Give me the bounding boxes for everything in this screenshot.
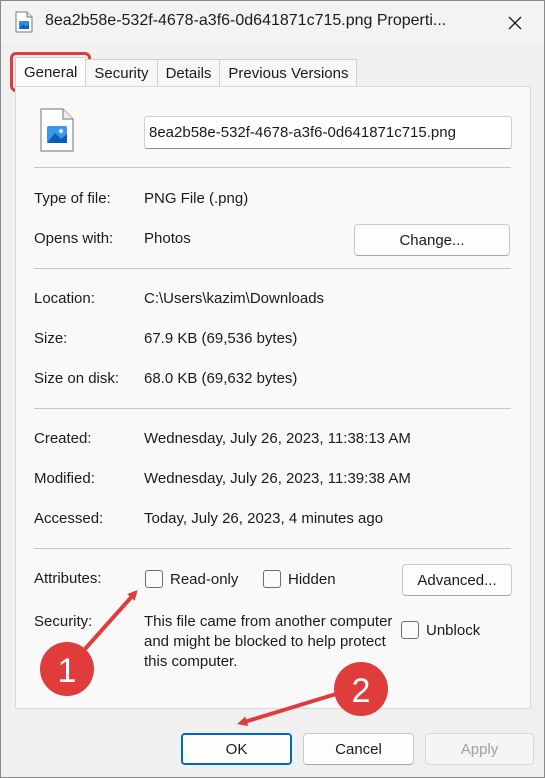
unblock-checkbox[interactable]: Unblock [401,621,480,639]
tab-general[interactable]: General [9,52,92,92]
filename-field[interactable] [144,116,512,149]
read-only-checkbox-box[interactable] [145,570,163,588]
hidden-label: Hidden [288,570,336,588]
accessed-label: Accessed: [34,510,104,527]
unblock-label: Unblock [426,621,481,639]
modified-label: Modified: [34,470,95,487]
tab-previous-versions[interactable]: Previous Versions [219,59,358,87]
properties-dialog: 8ea2b58e-532f-4678-a3f6-0d641871c715.png… [0,0,545,778]
size-label: Size: [34,330,68,347]
accessed-value: Today, July 26, 2023, 4 minutes ago [144,510,384,527]
location-value: C:\Users\kazim\Downloads [144,290,325,307]
type-of-file-label: Type of file: [34,190,111,207]
opens-with-label: Opens with: [34,230,114,247]
read-only-checkbox[interactable]: Read-only [145,570,238,588]
window-title: 8ea2b58e-532f-4678-a3f6-0d641871c715.png… [45,12,447,29]
created-label: Created: [34,430,92,447]
security-message: This file came from another computer and… [144,613,393,670]
modified-value: Wednesday, July 26, 2023, 11:39:38 AM [144,470,411,487]
location-label: Location: [34,290,95,307]
hidden-checkbox-box[interactable] [263,570,281,588]
size-on-disk-value: 68.0 KB (69,632 bytes) [144,370,298,387]
tab-details[interactable]: Details [156,59,221,87]
read-only-label: Read-only [170,570,239,588]
separator [34,167,511,168]
close-icon [508,16,522,30]
size-value: 67.9 KB (69,536 bytes) [144,330,298,347]
apply-button[interactable]: Apply [425,733,534,765]
close-button[interactable] [498,7,532,39]
unblock-checkbox-box[interactable] [401,621,419,639]
tab-strip: General Security Details Previous Versio… [9,52,358,92]
png-image-file-icon [40,108,74,152]
separator [34,268,511,269]
advanced-button[interactable]: Advanced... [402,564,512,596]
attributes-label: Attributes: [34,570,102,587]
change-button[interactable]: Change... [354,224,510,256]
png-file-icon [15,11,33,33]
cancel-button[interactable]: Cancel [303,733,414,765]
hidden-checkbox[interactable]: Hidden [263,570,336,588]
security-label: Security: [34,613,93,630]
separator [34,548,511,549]
separator [34,408,511,409]
tab-security[interactable]: Security [85,59,158,87]
ok-button[interactable]: OK [181,733,292,765]
type-of-file-value: PNG File (.png) [144,190,249,207]
opens-with-value: Photos [144,230,191,247]
created-value: Wednesday, July 26, 2023, 11:38:13 AM [144,430,411,447]
title-bar: 8ea2b58e-532f-4678-a3f6-0d641871c715.png… [1,1,544,45]
size-on-disk-label: Size on disk: [34,370,120,387]
